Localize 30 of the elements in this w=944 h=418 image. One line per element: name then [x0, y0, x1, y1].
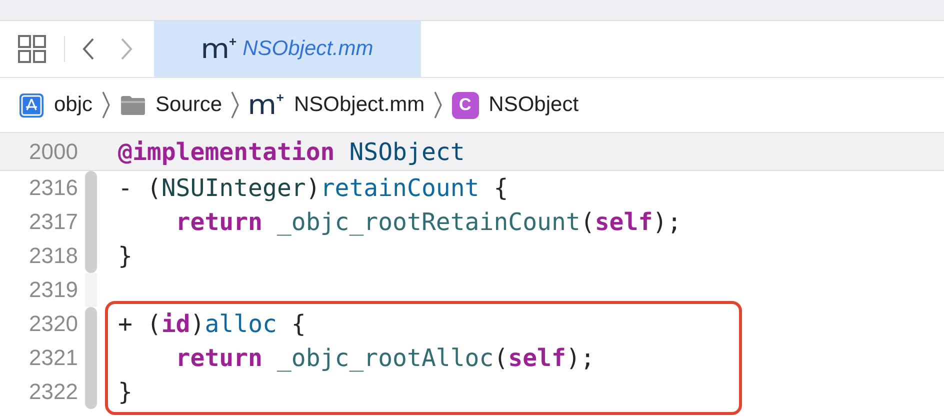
class-icon: C	[452, 92, 479, 118]
folder-icon	[120, 94, 146, 116]
app-icon	[19, 92, 44, 118]
code-line: return _objc_rootRetainCount(self);	[174, 207, 683, 238]
breadcrumb-item[interactable]: NSObject	[488, 93, 579, 117]
chevron-icon	[230, 90, 240, 120]
back-icon[interactable]	[81, 37, 96, 61]
breadcrumb-item[interactable]: NSObject.mm	[294, 93, 425, 117]
grid-icon[interactable]	[18, 35, 46, 63]
code-line: + (id)alloc {	[118, 309, 307, 340]
line-number: 2318	[28, 242, 78, 270]
line-number: 2321	[28, 344, 78, 372]
file-icon: m+	[202, 36, 237, 62]
breadcrumb-item[interactable]: objc	[54, 93, 93, 117]
line-number: 2322	[28, 378, 78, 406]
line-number: 2316	[28, 174, 78, 202]
line-number: 2319	[28, 276, 78, 304]
line-number: 2000	[28, 138, 78, 166]
chevron-icon	[432, 90, 443, 120]
code-line: @implementation NSObject	[118, 136, 465, 168]
code-line: }	[118, 241, 134, 272]
code-line: - (NSUInteger)retainCount {	[118, 173, 510, 204]
code-line: }	[118, 377, 134, 408]
line-number: 2320	[28, 310, 78, 338]
code-line: return _objc_rootAlloc(self);	[174, 343, 596, 374]
line-number: 2317	[28, 208, 78, 236]
chevron-icon	[100, 90, 111, 120]
file-icon: m+	[249, 92, 284, 118]
editor-tab[interactable]: m+ NSObject.mm	[154, 21, 421, 77]
breadcrumb-item[interactable]: Source	[156, 93, 222, 117]
